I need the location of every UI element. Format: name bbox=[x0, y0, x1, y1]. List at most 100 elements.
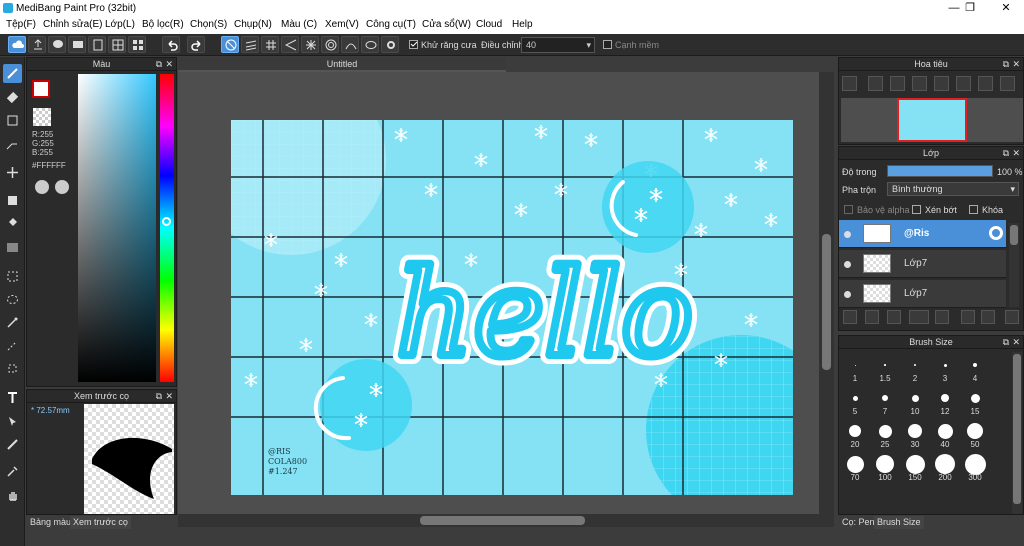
ellipse-snap-icon[interactable] bbox=[361, 36, 379, 53]
bucket-tool-icon[interactable] bbox=[3, 214, 22, 233]
hue-handle[interactable] bbox=[162, 217, 171, 226]
horizontal-scrollbar[interactable] bbox=[178, 514, 834, 527]
close-icon[interactable]: ✕ bbox=[165, 390, 173, 403]
close-button[interactable]: ✕ bbox=[992, 1, 1020, 16]
select-eraser-icon[interactable] bbox=[3, 359, 22, 378]
fill-rect-tool-icon[interactable] bbox=[3, 191, 22, 210]
brush-size-option[interactable]: 2 bbox=[900, 352, 930, 384]
line-tool-icon[interactable] bbox=[3, 135, 22, 154]
menu-edit[interactable]: Chỉnh sửa(E) bbox=[43, 19, 103, 30]
new-layer-icon[interactable] bbox=[843, 310, 857, 324]
horizontal-scroll-thumb[interactable] bbox=[420, 516, 585, 525]
lock-checkbox[interactable] bbox=[969, 205, 978, 214]
layer-row[interactable]: Lớp7 bbox=[839, 250, 1006, 278]
restore-button[interactable]: ❐ bbox=[956, 1, 984, 16]
brush-size-option[interactable]: 20 bbox=[840, 418, 870, 450]
fit-icon[interactable] bbox=[912, 76, 927, 91]
eye-icon[interactable] bbox=[844, 231, 851, 238]
menu-select[interactable]: Chọn(S) bbox=[190, 19, 227, 30]
opacity-slider[interactable] bbox=[887, 165, 993, 177]
popout-icon[interactable]: ⧉ bbox=[1003, 147, 1009, 160]
select-pen-icon[interactable] bbox=[3, 336, 22, 355]
brush-size-option[interactable]: 30 bbox=[900, 418, 930, 450]
brush-size-option[interactable]: 4 bbox=[960, 352, 990, 384]
no-snap-icon[interactable] bbox=[221, 36, 239, 53]
curve-snap-icon[interactable] bbox=[341, 36, 359, 53]
brush-size-option[interactable]: 25 bbox=[870, 418, 900, 450]
menu-file[interactable]: Tệp(F) bbox=[6, 19, 36, 30]
blend-select[interactable]: Bình thường ▾ bbox=[887, 182, 1019, 196]
gear-icon[interactable] bbox=[381, 36, 399, 53]
document-tab[interactable]: Untitled bbox=[178, 57, 506, 72]
vanishing-snap-icon[interactable] bbox=[281, 36, 299, 53]
saturation-value-picker[interactable] bbox=[78, 74, 156, 382]
hand-tool-icon[interactable] bbox=[3, 486, 22, 505]
tab-brush-size[interactable]: Brush Size bbox=[874, 516, 924, 529]
circle-snap-icon[interactable] bbox=[321, 36, 339, 53]
magic-wand-icon[interactable] bbox=[3, 313, 22, 332]
brush-size-option[interactable]: 10 bbox=[900, 385, 930, 417]
brush-size-option[interactable]: 200 bbox=[930, 451, 960, 483]
brush-size-option[interactable]: 12 bbox=[930, 385, 960, 417]
soft-edge-checkbox[interactable] bbox=[603, 40, 612, 49]
brush-size-option[interactable]: 40 bbox=[930, 418, 960, 450]
brush-size-option[interactable]: 1 bbox=[840, 352, 870, 384]
close-icon[interactable]: ✕ bbox=[1012, 58, 1020, 71]
upload-icon[interactable] bbox=[28, 36, 46, 53]
correction-select[interactable]: 40 ▾ bbox=[521, 37, 595, 53]
menu-color[interactable]: Màu (C) bbox=[281, 19, 317, 30]
brush-size-scrollbar[interactable] bbox=[1012, 352, 1022, 514]
tab-color-palette[interactable]: Bảng màu bbox=[27, 516, 74, 529]
layers-scroll-thumb[interactable] bbox=[1010, 225, 1018, 245]
shape-tool-icon[interactable] bbox=[3, 111, 22, 130]
lasso-tool-icon[interactable] bbox=[3, 290, 22, 309]
popout-icon[interactable]: ⧉ bbox=[156, 58, 162, 71]
duplicate-layer-icon[interactable] bbox=[961, 310, 975, 324]
rotate-left-icon[interactable] bbox=[934, 76, 949, 91]
brush-size-option[interactable]: 70 bbox=[840, 451, 870, 483]
tiles-icon[interactable] bbox=[128, 36, 146, 53]
close-icon[interactable]: ✕ bbox=[1012, 336, 1020, 349]
layer-row[interactable]: @Ris bbox=[839, 220, 1006, 248]
divide-tool-icon[interactable] bbox=[3, 435, 22, 454]
chat-icon[interactable] bbox=[48, 36, 66, 53]
add-layer-dropdown-icon[interactable] bbox=[909, 310, 929, 324]
menu-filter[interactable]: Bộ lọc(R) bbox=[142, 19, 184, 30]
undo-icon[interactable] bbox=[162, 36, 180, 53]
tab-brush-preview[interactable]: Xem trước cọ bbox=[70, 516, 131, 529]
menu-cloud[interactable]: Cloud bbox=[476, 19, 502, 30]
gradient-tool-icon[interactable] bbox=[3, 238, 22, 257]
brush-size-option[interactable]: 5 bbox=[840, 385, 870, 417]
brush-size-option[interactable]: 150 bbox=[900, 451, 930, 483]
close-icon[interactable]: ✕ bbox=[165, 58, 173, 71]
transparent-color-swatch[interactable] bbox=[33, 108, 51, 126]
tab-brush[interactable]: Cọ: Pen bbox=[839, 516, 878, 529]
menu-help[interactable]: Help bbox=[512, 19, 533, 30]
menu-layer[interactable]: Lớp(L) bbox=[105, 19, 135, 30]
layer-row[interactable]: Lớp7 bbox=[839, 280, 1006, 308]
cross-snap-icon[interactable] bbox=[261, 36, 279, 53]
eraser-tool-icon[interactable] bbox=[3, 88, 22, 107]
new-8bit-layer-icon[interactable] bbox=[865, 310, 879, 324]
move-tool-icon[interactable] bbox=[3, 163, 22, 182]
protect-alpha-checkbox[interactable] bbox=[844, 205, 853, 214]
popout-icon[interactable]: ⧉ bbox=[1003, 58, 1009, 71]
comment-icon[interactable] bbox=[68, 36, 86, 53]
navigator-viewport[interactable] bbox=[897, 98, 967, 142]
zoom-in-icon[interactable] bbox=[868, 76, 883, 91]
popout-icon[interactable]: ⧉ bbox=[1003, 336, 1009, 349]
select-rect-tool-icon[interactable] bbox=[3, 267, 22, 286]
grid-panel-icon[interactable] bbox=[108, 36, 126, 53]
radial-snap-icon[interactable] bbox=[301, 36, 319, 53]
trash-icon[interactable] bbox=[1005, 310, 1019, 324]
zoom-in-icon[interactable] bbox=[842, 76, 857, 91]
eye-icon[interactable] bbox=[844, 261, 851, 268]
rotate-right-icon[interactable] bbox=[978, 76, 993, 91]
document-icon[interactable] bbox=[88, 36, 106, 53]
redo-icon[interactable] bbox=[187, 36, 205, 53]
clip-checkbox[interactable] bbox=[912, 205, 921, 214]
foreground-color-swatch[interactable] bbox=[32, 80, 50, 98]
fullscreen-icon[interactable] bbox=[956, 76, 971, 91]
operation-tool-icon[interactable] bbox=[3, 412, 22, 431]
text-tool-icon[interactable] bbox=[3, 388, 22, 407]
